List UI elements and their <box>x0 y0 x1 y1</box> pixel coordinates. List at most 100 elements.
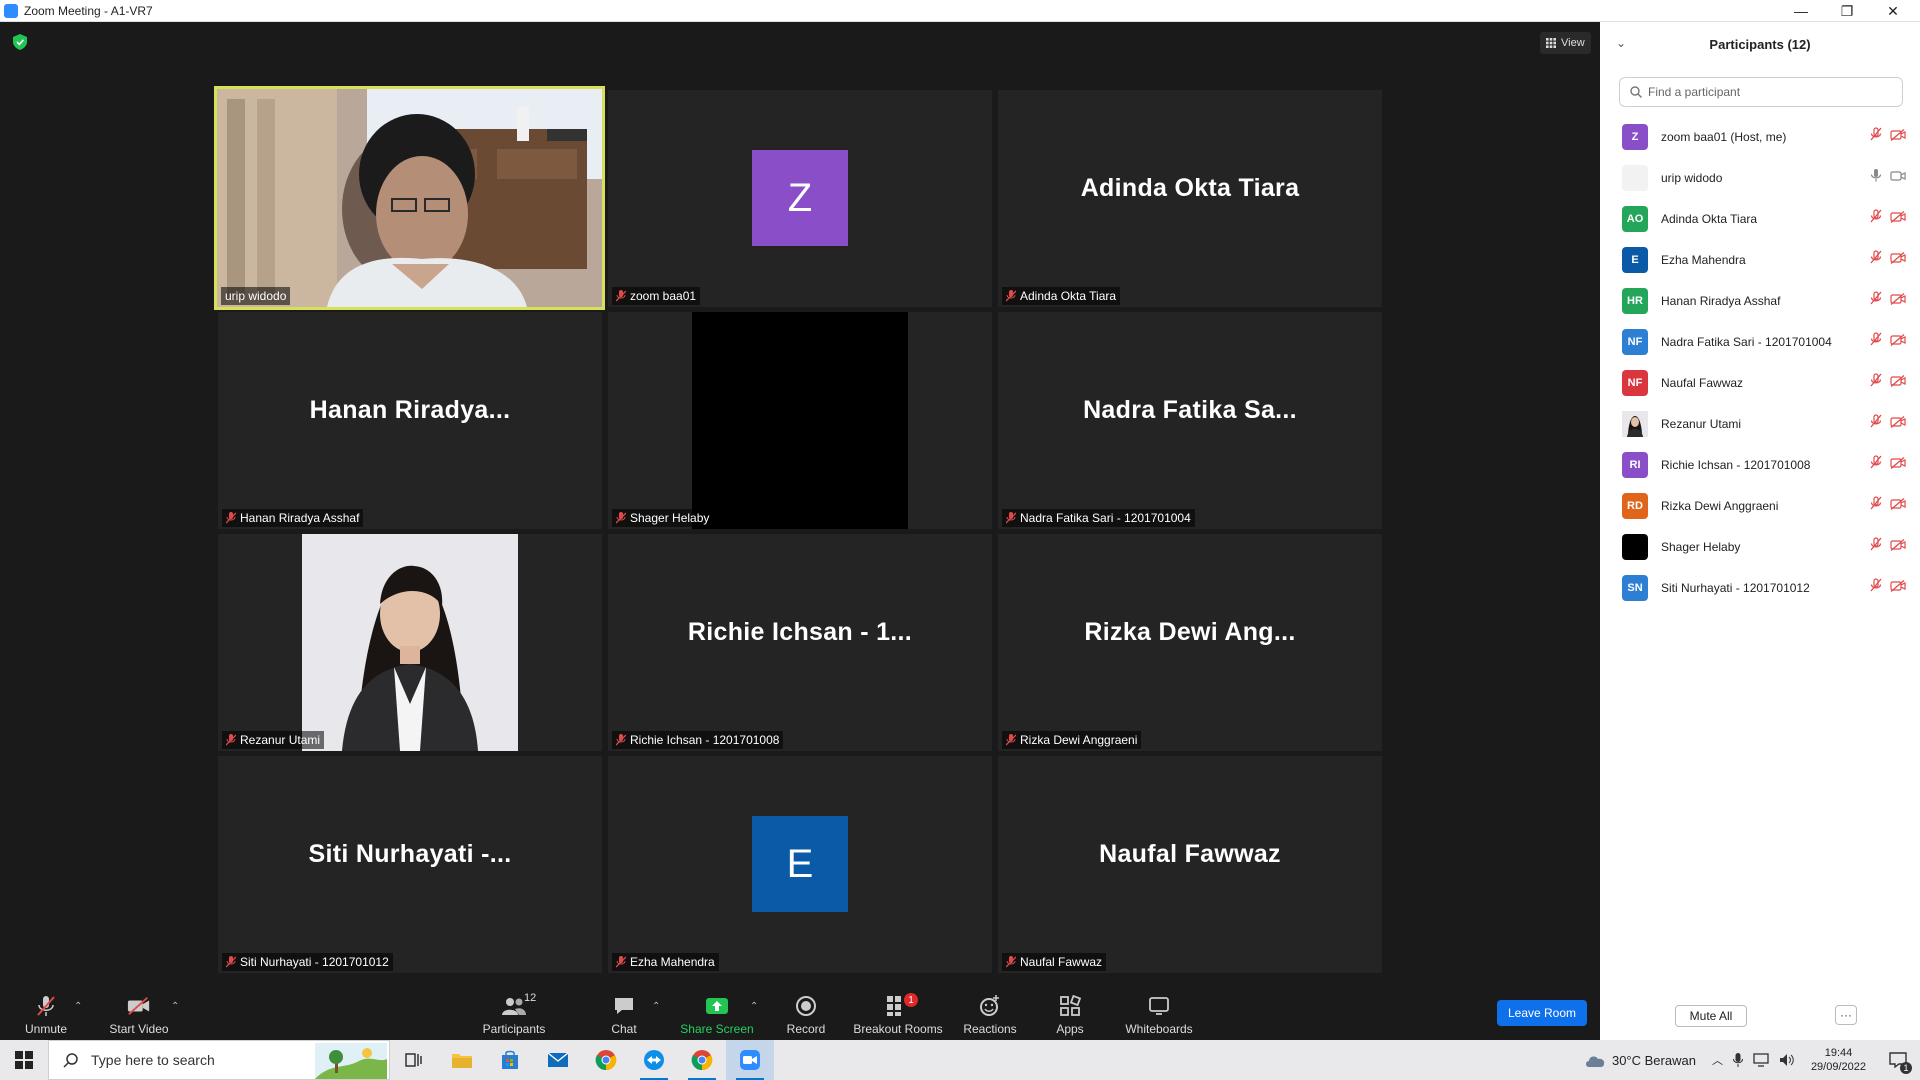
view-button[interactable]: View <box>1540 32 1591 54</box>
participant-row[interactable]: Zzoom baa01 (Host, me) <box>1600 116 1920 157</box>
muted-mic-icon[interactable] <box>1870 496 1882 515</box>
mail-button[interactable] <box>534 1040 582 1080</box>
apps-button[interactable]: Apps <box>1050 987 1090 1040</box>
video-tile[interactable]: Richie Ichsan - 1... Richie Ichsan - 120… <box>608 534 992 751</box>
record-button[interactable]: Record <box>780 987 832 1040</box>
network-icon[interactable] <box>1753 1053 1769 1067</box>
participants-button[interactable]: 12 Participants <box>478 987 550 1040</box>
video-tile[interactable]: Naufal Fawwaz Naufal Fawwaz <box>998 756 1382 973</box>
participant-row[interactable]: NF Naufal Fawwaz <box>1600 362 1920 403</box>
share-screen-button[interactable]: Share Screen <box>680 987 754 1040</box>
unmute-button[interactable]: Unmute <box>16 987 76 1040</box>
participant-row[interactable]: SN Siti Nurhayati - 1201701012 <box>1600 567 1920 608</box>
chat-options-caret-icon[interactable]: ⌃ <box>652 1001 660 1012</box>
video-tile[interactable]: Rizka Dewi Ang... Rizka Dewi Anggraeni <box>998 534 1382 751</box>
video-tile[interactable]: Rezanur Utami <box>218 534 602 751</box>
start-button[interactable] <box>0 1040 48 1080</box>
muted-mic-icon[interactable] <box>1870 291 1882 310</box>
close-button[interactable]: ✕ <box>1870 0 1916 22</box>
muted-mic-icon[interactable] <box>1870 332 1882 351</box>
taskbar-search-box[interactable]: Type here to search <box>48 1040 390 1080</box>
video-icon[interactable] <box>1890 169 1906 187</box>
video-tile[interactable]: Z zoom baa01 <box>608 90 992 307</box>
leave-room-button[interactable]: Leave Room <box>1497 1000 1587 1026</box>
whiteboards-button[interactable]: Whiteboards <box>1118 987 1200 1040</box>
volume-icon[interactable] <box>1779 1053 1795 1067</box>
reactions-button[interactable]: Reactions <box>960 987 1020 1040</box>
video-off-icon[interactable] <box>1890 292 1906 310</box>
participant-search-input[interactable]: Find a participant <box>1619 77 1903 107</box>
video-tile[interactable]: Adinda Okta Tiara Adinda Okta Tiara <box>998 90 1382 307</box>
taskbar-search-placeholder: Type here to search <box>91 1052 215 1068</box>
breakout-rooms-button[interactable]: 1 Breakout Rooms <box>852 987 944 1040</box>
muted-mic-icon[interactable] <box>1870 250 1882 269</box>
mic-icon[interactable] <box>1870 168 1882 187</box>
participant-display-name: Hanan Riradya... <box>309 396 511 424</box>
participant-row[interactable]: HR Hanan Riradya Asshaf <box>1600 280 1920 321</box>
maximize-button[interactable]: ❐ <box>1824 0 1870 22</box>
video-tile[interactable]: Siti Nurhayati -... Siti Nurhayati - 120… <box>218 756 602 973</box>
chrome-profile-button[interactable] <box>678 1040 726 1080</box>
task-view-button[interactable] <box>390 1040 438 1080</box>
participant-avatar: RD <box>1622 492 1648 519</box>
muted-mic-icon[interactable] <box>1870 414 1882 433</box>
participant-row[interactable]: RI Richie Ichsan - 1201701008 <box>1600 444 1920 485</box>
participant-row[interactable]: E Ezha Mahendra <box>1600 239 1920 280</box>
video-options-caret-icon[interactable]: ⌃ <box>171 1001 179 1012</box>
participant-name-label: Shager Helaby <box>612 509 714 527</box>
more-options-button[interactable]: ··· <box>1835 1005 1857 1025</box>
participant-row[interactable]: Shager Helaby <box>1600 526 1920 567</box>
muted-mic-icon[interactable] <box>1870 578 1882 597</box>
video-off-icon[interactable] <box>1890 333 1906 351</box>
muted-mic-icon[interactable] <box>1870 537 1882 556</box>
video-off-icon[interactable] <box>1890 415 1906 433</box>
video-tile[interactable]: E Ezha Mahendra <box>608 756 992 973</box>
zoom-icon <box>740 1050 760 1070</box>
audio-options-caret-icon[interactable]: ⌃ <box>74 1001 82 1012</box>
muted-mic-icon[interactable] <box>1870 455 1882 474</box>
video-off-icon[interactable] <box>1890 538 1906 556</box>
notification-count: 1 <box>1900 1062 1912 1074</box>
participant-row[interactable]: urip widodo <box>1600 157 1920 198</box>
video-tile[interactable]: Hanan Riradya... Hanan Riradya Asshaf <box>218 312 602 529</box>
video-off-icon[interactable] <box>1890 374 1906 392</box>
chat-button[interactable]: Chat <box>604 987 644 1040</box>
video-off-icon[interactable] <box>1890 210 1906 228</box>
minimize-button[interactable]: — <box>1778 0 1824 22</box>
encryption-shield-icon[interactable] <box>13 34 27 50</box>
teamviewer-button[interactable] <box>630 1040 678 1080</box>
muted-mic-icon[interactable] <box>1870 209 1882 228</box>
store-icon <box>502 1050 518 1069</box>
share-options-caret-icon[interactable]: ⌃ <box>750 1001 758 1012</box>
muted-mic-icon[interactable] <box>1870 127 1882 146</box>
participant-row-name: zoom baa01 (Host, me) <box>1661 129 1787 144</box>
notifications-button[interactable]: 1 <box>1876 1040 1920 1080</box>
participant-row-name: Adinda Okta Tiara <box>1661 211 1758 226</box>
store-button[interactable] <box>486 1040 534 1080</box>
mute-all-button[interactable]: Mute All <box>1675 1005 1747 1027</box>
participant-row[interactable]: NF Nadra Fatika Sari - 1201701004 <box>1600 321 1920 362</box>
participant-row[interactable]: AO Adinda Okta Tiara <box>1600 198 1920 239</box>
weather-text[interactable]: 30°C Berawan <box>1612 1053 1696 1068</box>
video-tile[interactable]: urip widodo <box>214 86 605 310</box>
zoom-taskbar-button[interactable] <box>726 1040 774 1080</box>
video-off-icon[interactable] <box>1890 251 1906 269</box>
file-explorer-button[interactable] <box>438 1040 486 1080</box>
chrome-button[interactable] <box>582 1040 630 1080</box>
participant-name-label: Adinda Okta Tiara <box>1002 287 1121 305</box>
video-tile[interactable]: Shager Helaby <box>608 312 992 529</box>
participant-row[interactable]: Rezanur Utami <box>1600 403 1920 444</box>
participant-row[interactable]: RD Rizka Dewi Anggraeni <box>1600 485 1920 526</box>
video-tile[interactable]: Nadra Fatika Sa... Nadra Fatika Sari - 1… <box>998 312 1382 529</box>
video-off-icon[interactable] <box>1890 456 1906 474</box>
window-titlebar: Zoom Meeting - A1-VR7 — ❐ ✕ <box>0 0 1920 22</box>
participant-name-label: Siti Nurhayati - 1201701012 <box>222 953 393 971</box>
video-off-icon[interactable] <box>1890 497 1906 515</box>
show-hidden-icons-chevron-icon[interactable]: ︿ <box>1712 1052 1723 1068</box>
muted-mic-icon[interactable] <box>1870 373 1882 392</box>
video-off-icon[interactable] <box>1890 128 1906 146</box>
video-off-icon[interactable] <box>1890 579 1906 597</box>
clock[interactable]: 19:44 29/09/2022 <box>1811 1046 1866 1074</box>
start-video-button[interactable]: Start Video <box>104 987 174 1040</box>
microphone-icon[interactable] <box>1732 1052 1743 1068</box>
